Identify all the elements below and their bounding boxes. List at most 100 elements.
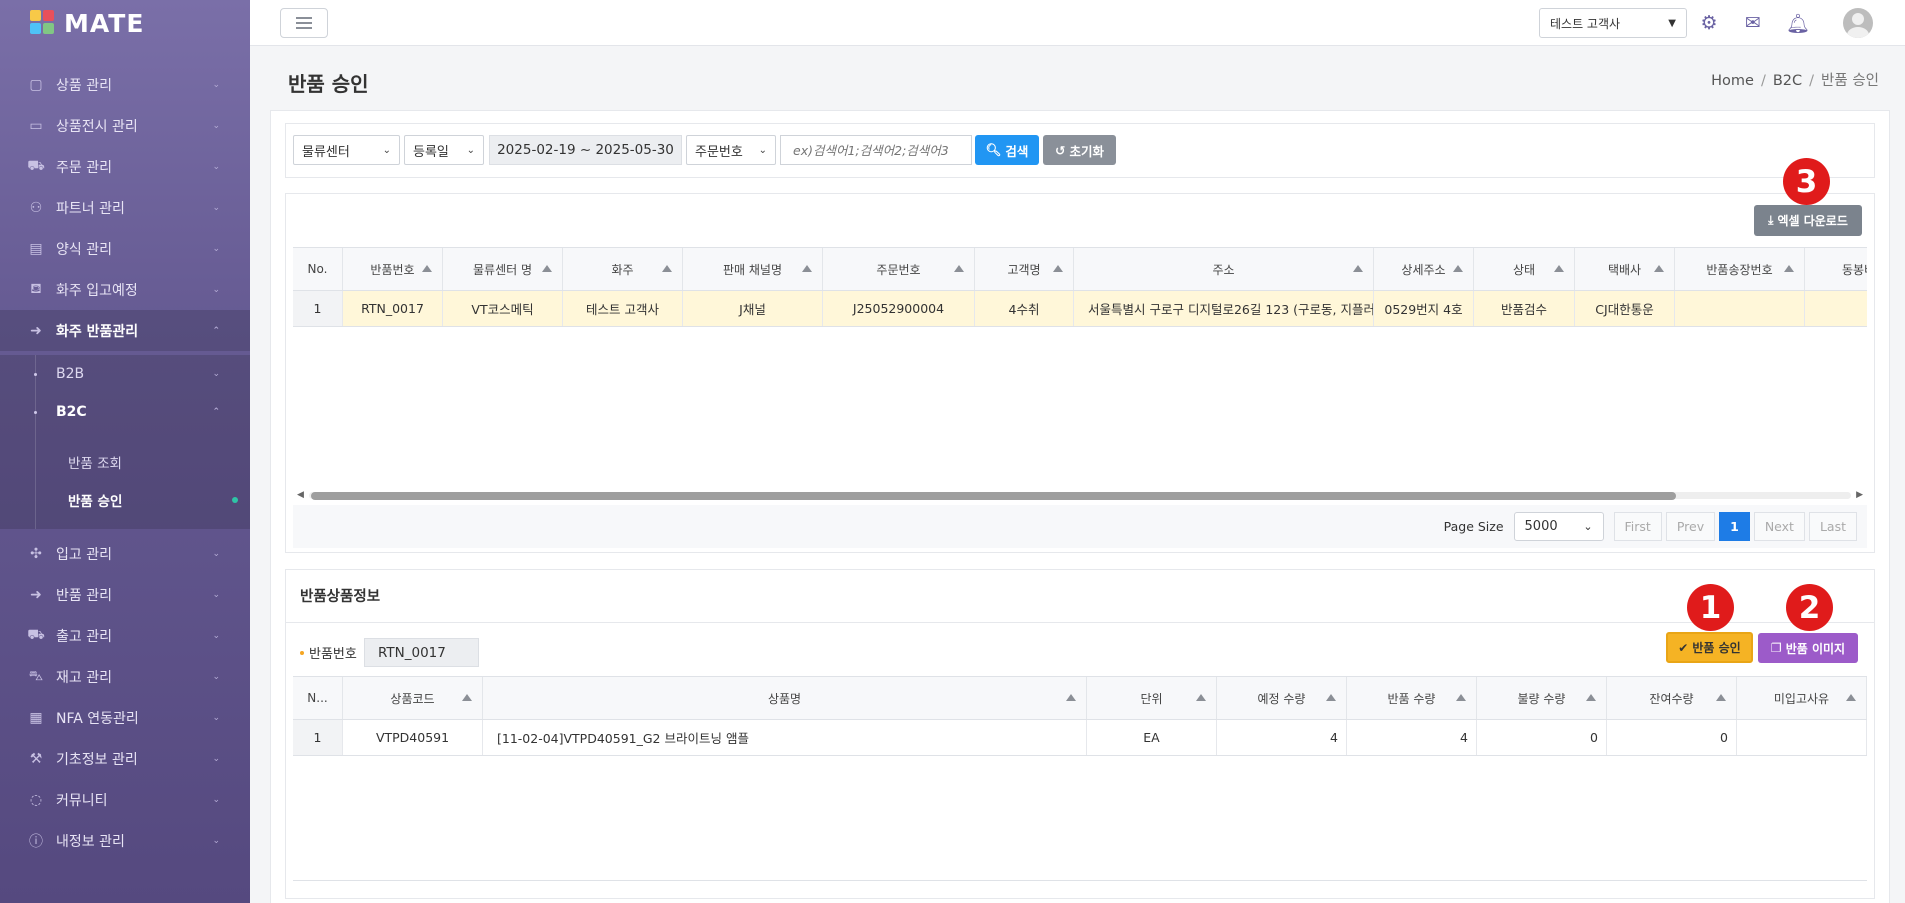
- sidebar-item-order[interactable]: ⛟ 주문 관리 ⌄: [0, 146, 250, 187]
- chevron-down-icon: ⌄: [212, 369, 220, 379]
- search-button[interactable]: 🔍︎ 검색: [975, 135, 1039, 165]
- chevron-down-icon: ▼: [1668, 17, 1676, 29]
- return-list-grid: No. 반품번호 물류센터 명 화주 판매 채널명 주문번호 고객명 주소 상세…: [293, 247, 1867, 487]
- horizontal-scrollbar[interactable]: ◀ ▶: [293, 486, 1867, 504]
- col-shipper[interactable]: 화주: [563, 248, 683, 290]
- scroll-right-icon[interactable]: ▶: [1856, 490, 1863, 500]
- check-icon: ✔: [1678, 640, 1689, 655]
- col-order-no[interactable]: 주문번호: [823, 248, 975, 290]
- logo-text: MATE: [64, 8, 145, 38]
- sidebar-item-return-mgmt[interactable]: ➜ 화주 반품관리 ⌃: [0, 310, 250, 351]
- col-channel[interactable]: 판매 채널명: [683, 248, 823, 290]
- sidebar-item-form[interactable]: ▤ 양식 관리 ⌄: [0, 228, 250, 269]
- menu-toggle-button[interactable]: [280, 8, 328, 38]
- active-indicator: [232, 497, 238, 503]
- sidebar-item-nfa[interactable]: ▦ NFA 연동관리 ⌄: [0, 697, 250, 738]
- return-no-field[interactable]: RTN_0017: [364, 638, 479, 667]
- col-address[interactable]: 주소: [1074, 248, 1374, 290]
- truck-in-icon: ⛾: [30, 280, 42, 297]
- breadcrumb: Home / B2C / 반품 승인: [1711, 73, 1879, 89]
- download-icon: ⤓: [1768, 213, 1774, 227]
- sidebar-subsub-return-lookup[interactable]: 반품 조회: [0, 443, 250, 481]
- sidebar-sub-b2b[interactable]: B2B ⌄: [0, 355, 250, 393]
- callout-badge-3: 3: [1783, 158, 1830, 205]
- settings-gear-icon[interactable]: ⚙: [1696, 10, 1722, 36]
- breadcrumb-home[interactable]: Home: [1711, 73, 1754, 89]
- sidebar-item-outbound[interactable]: ⛟ 출고 관리 ⌄: [0, 615, 250, 656]
- col-product-code[interactable]: 상품코드: [343, 677, 483, 719]
- page-last-button[interactable]: Last: [1808, 512, 1857, 541]
- sidebar-item-inbound-plan[interactable]: ⛾ 화주 입고예정 ⌄: [0, 269, 250, 310]
- grid-header: No. 반품번호 물류센터 명 화주 판매 채널명 주문번호 고객명 주소 상세…: [293, 247, 1867, 291]
- search-key-select[interactable]: 주문번호 ⌄: [686, 135, 776, 165]
- col-product-name[interactable]: 상품명: [483, 677, 1087, 719]
- col-remain-qty[interactable]: 잔여수량: [1607, 677, 1737, 719]
- sidebar-item-stock[interactable]: ⛍ 재고 관리 ⌄: [0, 656, 250, 697]
- col-no[interactable]: No.: [293, 248, 343, 290]
- images-icon: ❐: [1770, 641, 1782, 655]
- chevron-down-icon: ⌄: [466, 144, 475, 156]
- excel-download-button[interactable]: ⤓ 엑셀 다운로드: [1754, 205, 1862, 236]
- sidebar-item-inbound[interactable]: ✣ 입고 관리 ⌄: [0, 533, 250, 574]
- page-size-select[interactable]: 5000 ⌄: [1513, 512, 1604, 541]
- scroll-left-icon[interactable]: ◀: [297, 490, 304, 500]
- table-row[interactable]: 1 RTN_0017 VT코스메틱 테스트 고객사 J채널 J250529000…: [293, 291, 1867, 327]
- sidebar-item-basic[interactable]: ⚒ 기초정보 관리 ⌄: [0, 738, 250, 779]
- grid-header: N... 상품코드 상품명 단위 예정 수량 반품 수량 불량 수량 잔여수량 …: [293, 676, 1867, 720]
- col-reason[interactable]: 미입고사유: [1737, 677, 1867, 719]
- sidebar-item-display[interactable]: ▭ 상품전시 관리 ⌄: [0, 105, 250, 146]
- page-first-button[interactable]: First: [1613, 512, 1662, 541]
- logo[interactable]: MATE: [0, 0, 250, 46]
- return-image-button[interactable]: ❐ 반품 이미지: [1758, 633, 1858, 663]
- sidebar-subsub-return-approve[interactable]: 반품 승인: [0, 481, 250, 519]
- chevron-down-icon: ⌄: [212, 589, 220, 600]
- col-center[interactable]: 물류센터 명: [443, 248, 563, 290]
- sidebar-item-community[interactable]: ◌ 커뮤니티 ⌄: [0, 779, 250, 820]
- sidebar-item-return[interactable]: ➜ 반품 관리 ⌄: [0, 574, 250, 615]
- col-no[interactable]: N...: [293, 677, 343, 719]
- chevron-down-icon: ⌄: [212, 794, 220, 805]
- message-icon[interactable]: ✉: [1740, 10, 1766, 36]
- page-1-button[interactable]: 1: [1719, 512, 1750, 541]
- col-courier[interactable]: 택배사: [1575, 248, 1675, 290]
- center-select[interactable]: 물류센터 ⌄: [293, 135, 400, 165]
- avatar[interactable]: [1843, 8, 1873, 38]
- sidebar-item-partner[interactable]: ⚇ 파트너 관리 ⌄: [0, 187, 250, 228]
- link-icon: ▦: [29, 709, 43, 726]
- chevron-down-icon: ⌄: [212, 202, 220, 213]
- page-next-button[interactable]: Next: [1753, 512, 1805, 541]
- chevron-down-icon: ⌄: [758, 144, 767, 156]
- reset-button[interactable]: ↺ 초기화: [1043, 135, 1116, 165]
- date-range-input[interactable]: 2025-02-19 ~ 2025-05-30: [489, 135, 682, 165]
- sidebar-subnav: B2B ⌄ B2C ⌃ 반품 조회 반품 승인: [0, 355, 250, 529]
- col-return-qty[interactable]: 반품 수량: [1347, 677, 1477, 719]
- chevron-up-icon: ⌃: [212, 407, 220, 417]
- col-return-no[interactable]: 반품번호: [343, 248, 443, 290]
- scrollbar-thumb[interactable]: [311, 492, 1676, 500]
- date-type-select[interactable]: 등록일 ⌄: [404, 135, 484, 165]
- col-customer[interactable]: 고객명: [975, 248, 1074, 290]
- return-approve-button[interactable]: ✔ 반품 승인: [1666, 632, 1753, 663]
- col-invoice[interactable]: 반품송장번호: [1675, 248, 1805, 290]
- page-prev-button[interactable]: Prev: [1665, 512, 1716, 541]
- col-defect-qty[interactable]: 불량 수량: [1477, 677, 1607, 719]
- col-planned-qty[interactable]: 예정 수량: [1217, 677, 1347, 719]
- return-icon: ➜: [30, 322, 42, 339]
- bell-icon[interactable]: 🔔︎: [1785, 10, 1811, 36]
- sidebar-item-product[interactable]: ▢ 상품 관리 ⌄: [0, 64, 250, 105]
- table-row[interactable]: 1 VTPD40591 [11-02-04]VTPD40591_G2 브라이트닝…: [293, 720, 1867, 756]
- client-select[interactable]: 테스트 고객사 ▼: [1539, 8, 1687, 38]
- sidebar-nav: ▢ 상품 관리 ⌄ ▭ 상품전시 관리 ⌄ ⛟ 주문 관리 ⌄ ⚇ 파트너 관리 ⌄ ▤ 양식 관…: [0, 64, 250, 861]
- breadcrumb-b2c[interactable]: B2C: [1773, 73, 1802, 89]
- col-status[interactable]: 상태: [1474, 248, 1575, 290]
- search-icon: 🔍︎: [985, 142, 1002, 157]
- search-input[interactable]: [780, 135, 972, 165]
- sidebar-sub-b2c[interactable]: B2C ⌃: [0, 393, 250, 431]
- truck-icon: ⛟: [27, 626, 45, 643]
- col-unit[interactable]: 단위: [1087, 677, 1217, 719]
- hamburger-icon: [296, 22, 312, 24]
- col-enclosed[interactable]: 동봉비: [1805, 248, 1867, 290]
- chevron-down-icon: ⌄: [212, 712, 220, 723]
- col-address-detail[interactable]: 상세주소: [1374, 248, 1474, 290]
- sidebar-item-myinfo[interactable]: ⓘ 내정보 관리 ⌄: [0, 820, 250, 861]
